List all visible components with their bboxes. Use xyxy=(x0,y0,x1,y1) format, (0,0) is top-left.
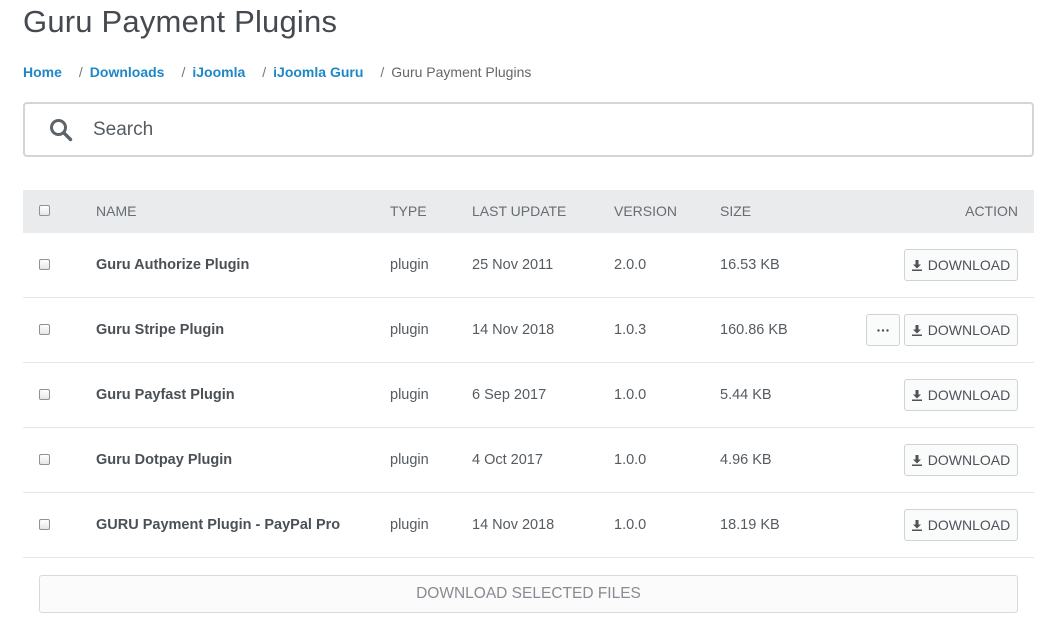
file-version: 2.0.0 xyxy=(614,257,647,273)
breadcrumb: Home / Downloads / iJoomla / iJoomla Gur… xyxy=(23,62,531,82)
file-type: plugin xyxy=(390,387,429,403)
column-header-size[interactable]: SIZE xyxy=(720,190,751,233)
file-name[interactable]: GURU Payment Plugin - PayPal Pro xyxy=(96,493,340,557)
column-header-version[interactable]: VERSION xyxy=(614,190,677,233)
column-header-type[interactable]: TYPE xyxy=(390,190,427,233)
breadcrumb-downloads[interactable]: Downloads xyxy=(90,64,165,80)
file-version: 1.0.0 xyxy=(614,387,647,403)
table-header: NAME TYPE LAST UPDATE VERSION SIZE ACTIO… xyxy=(23,190,1034,233)
file-type: plugin xyxy=(390,322,429,338)
file-name[interactable]: Guru Authorize Plugin xyxy=(96,233,249,297)
download-button[interactable]: DOWNLOAD xyxy=(904,249,1018,281)
download-button-label: DOWNLOAD xyxy=(927,517,1011,533)
column-header-last-update[interactable]: LAST UPDATE xyxy=(472,190,566,233)
breadcrumb-separator: / xyxy=(181,64,186,80)
download-icon xyxy=(911,324,922,336)
download-icon xyxy=(911,389,922,401)
download-button[interactable]: DOWNLOAD xyxy=(904,379,1018,411)
column-header-action: ACTION xyxy=(965,203,1018,219)
file-name[interactable]: Guru Dotpay Plugin xyxy=(96,428,232,492)
file-name[interactable]: Guru Payfast Plugin xyxy=(96,363,235,427)
search-icon[interactable] xyxy=(49,118,73,142)
download-button[interactable]: DOWNLOAD xyxy=(904,444,1018,476)
table-row: Guru Payfast Plugin plugin 6 Sep 2017 1.… xyxy=(23,363,1034,428)
download-icon xyxy=(911,454,922,466)
row-checkbox[interactable] xyxy=(39,454,50,465)
breadcrumb-separator: / xyxy=(78,64,83,80)
file-version: 1.0.0 xyxy=(614,452,647,468)
file-last-update: 14 Nov 2018 xyxy=(472,322,555,338)
breadcrumb-separator: / xyxy=(380,64,385,80)
search-input[interactable] xyxy=(91,117,995,142)
more-icon xyxy=(877,328,889,332)
downloads-table: NAME TYPE LAST UPDATE VERSION SIZE ACTIO… xyxy=(23,190,1034,558)
file-last-update: 4 Oct 2017 xyxy=(472,452,543,468)
download-button-label: DOWNLOAD xyxy=(927,452,1011,468)
file-type: plugin xyxy=(390,257,429,273)
file-size: 4.96 KB xyxy=(720,452,772,468)
table-row: Guru Stripe Plugin plugin 14 Nov 2018 1.… xyxy=(23,298,1034,363)
file-type: plugin xyxy=(390,517,429,533)
row-checkbox[interactable] xyxy=(39,389,50,400)
download-button[interactable]: DOWNLOAD xyxy=(904,509,1018,541)
file-version: 1.0.3 xyxy=(614,322,647,338)
file-last-update: 25 Nov 2011 xyxy=(472,257,554,273)
more-options-button[interactable] xyxy=(866,314,900,346)
file-size: 5.44 KB xyxy=(720,387,772,403)
row-checkbox[interactable] xyxy=(39,519,50,530)
row-checkbox[interactable] xyxy=(39,324,50,335)
row-checkbox[interactable] xyxy=(39,259,50,270)
file-last-update: 14 Nov 2018 xyxy=(472,517,555,533)
download-button-label: DOWNLOAD xyxy=(927,257,1011,273)
file-size: 160.86 KB xyxy=(720,322,788,338)
file-size: 16.53 KB xyxy=(720,257,780,273)
file-version: 1.0.0 xyxy=(614,517,647,533)
select-all-checkbox[interactable] xyxy=(39,205,50,216)
breadcrumb-separator: / xyxy=(262,64,267,80)
download-icon xyxy=(911,519,922,531)
search-box[interactable] xyxy=(23,102,1034,157)
column-header-name[interactable]: NAME xyxy=(96,190,136,233)
file-size: 18.19 KB xyxy=(720,517,780,533)
download-selected-button[interactable]: DOWNLOAD SELECTED FILES xyxy=(39,575,1018,613)
file-name[interactable]: Guru Stripe Plugin xyxy=(96,298,224,362)
download-button-label: DOWNLOAD xyxy=(927,387,1011,403)
table-row: Guru Authorize Plugin plugin 25 Nov 2011… xyxy=(23,233,1034,298)
table-row: GURU Payment Plugin - PayPal Pro plugin … xyxy=(23,493,1034,558)
table-row: Guru Dotpay Plugin plugin 4 Oct 2017 1.0… xyxy=(23,428,1034,493)
breadcrumb-ijoomla[interactable]: iJoomla xyxy=(192,64,245,80)
breadcrumb-ijoomla-guru[interactable]: iJoomla Guru xyxy=(273,64,363,80)
breadcrumb-current: Guru Payment Plugins xyxy=(391,64,532,80)
page-title: Guru Payment Plugins xyxy=(23,4,338,39)
file-type: plugin xyxy=(390,452,429,468)
file-last-update: 6 Sep 2017 xyxy=(472,387,547,403)
download-icon xyxy=(911,259,922,271)
breadcrumb-home[interactable]: Home xyxy=(23,64,62,80)
download-button-label: DOWNLOAD xyxy=(927,322,1011,338)
download-button[interactable]: DOWNLOAD xyxy=(904,314,1018,346)
